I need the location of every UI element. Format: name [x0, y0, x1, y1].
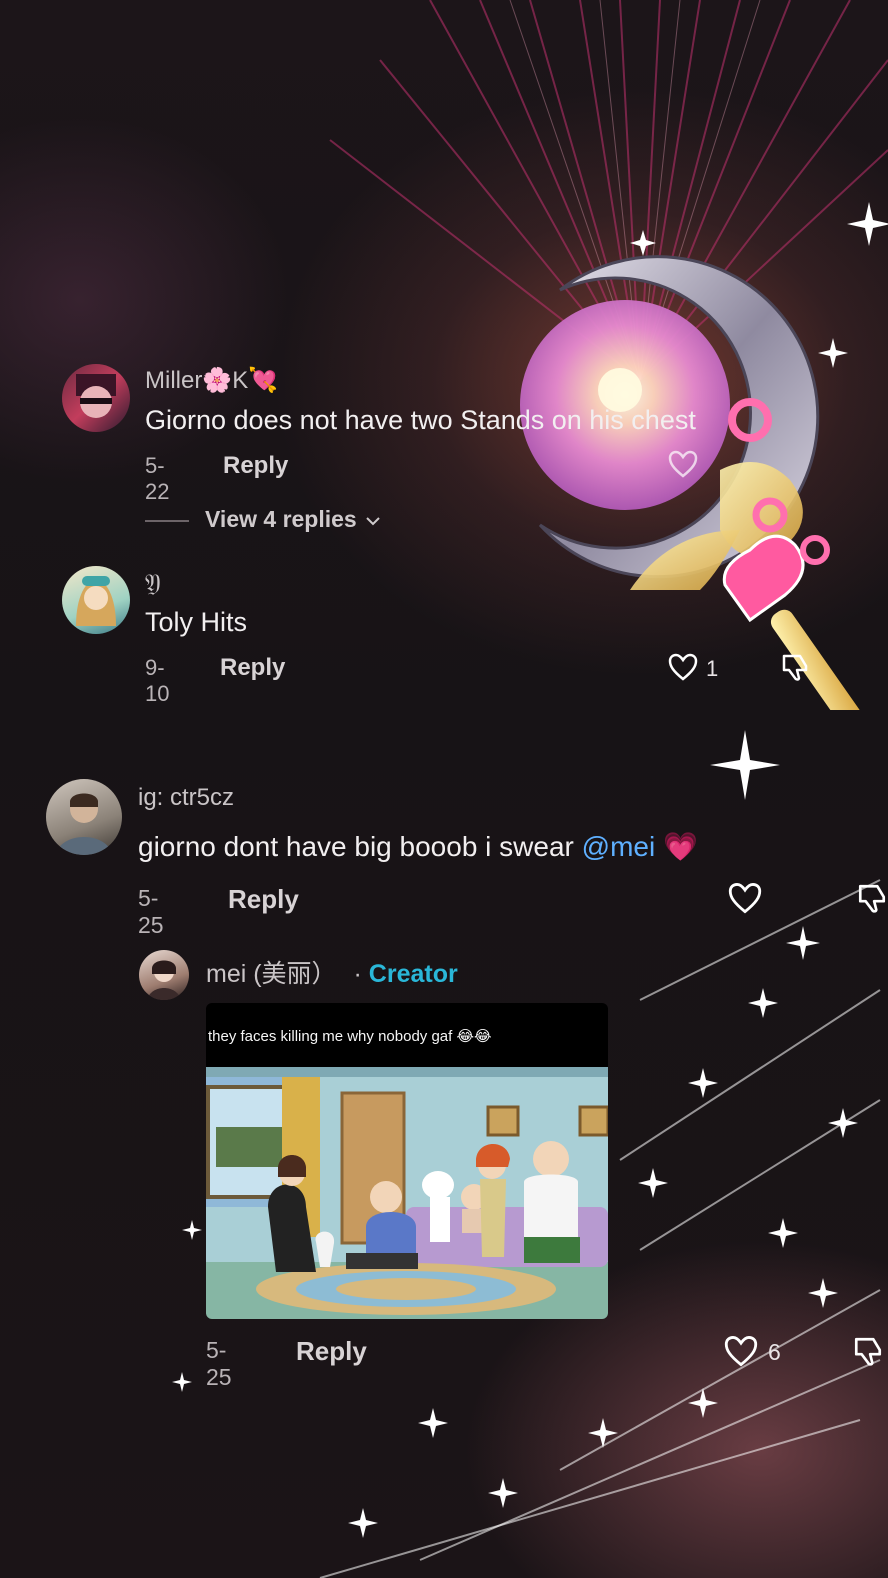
reply-date: 5-25	[206, 1337, 232, 1390]
comment-username[interactable]: 𝔜	[145, 570, 161, 598]
reply-username[interactable]: mei (美丽） · Creator	[206, 954, 458, 990]
cartoon-image	[206, 1067, 608, 1319]
comment-username[interactable]: Miller🌸K💘	[145, 366, 278, 395]
chevron-down-icon	[366, 517, 380, 526]
like-count: 6	[768, 1339, 781, 1365]
reply-button[interactable]: Reply	[296, 1336, 367, 1367]
avatar-image-icon	[76, 374, 116, 418]
avatar-image-icon	[147, 960, 181, 1000]
avatar-image-icon	[76, 576, 116, 626]
like-count: 1	[706, 656, 719, 681]
mention-link[interactable]: @mei	[582, 831, 656, 862]
view-replies-divider	[145, 520, 189, 522]
heart-outline-icon[interactable]	[724, 1335, 758, 1367]
comment-text: Giorno does not have two Stands on his c…	[145, 405, 696, 435]
reply-button[interactable]: Reply	[228, 884, 299, 915]
avatar-image-icon	[56, 793, 112, 855]
view-replies-button[interactable]: View 4 replies	[205, 506, 381, 533]
heart-outline-icon[interactable]	[668, 450, 698, 478]
thumbs-down-outline-icon[interactable]	[852, 1335, 884, 1367]
reply-button[interactable]: Reply	[223, 452, 288, 480]
avatar[interactable]	[62, 566, 130, 634]
moon-wand-decoration	[520, 255, 864, 710]
view-replies-label: View 4 replies	[205, 506, 357, 532]
comment-date: 5-25	[138, 885, 164, 938]
comment-username[interactable]: ig: ctr5cz	[138, 784, 234, 812]
comment-text: Toly Hits	[145, 607, 248, 637]
media-caption: they faces killing me why nobody gaf 😂😂	[208, 1028, 492, 1045]
comment-text-body: giorno dont have big booob i swear	[138, 831, 574, 862]
reply-username-text: mei (美丽）	[206, 960, 337, 988]
comment-text: giorno dont have big booob i swear @mei …	[138, 830, 698, 863]
avatar[interactable]	[62, 364, 130, 432]
heart-emoji: 💗	[662, 831, 698, 862]
reply-button[interactable]: Reply	[220, 654, 285, 682]
avatar[interactable]	[139, 950, 189, 1000]
comment-date: 5-22	[145, 453, 170, 504]
thumbs-down-outline-icon[interactable]	[780, 652, 810, 682]
avatar[interactable]	[46, 779, 122, 855]
heart-outline-icon[interactable]	[668, 653, 698, 681]
comment-date: 9-10	[145, 655, 170, 706]
thumbs-down-outline-icon[interactable]	[856, 882, 888, 914]
badge-separator: ·	[353, 960, 362, 988]
reply-media-attachment[interactable]: they faces killing me why nobody gaf 😂😂	[206, 1003, 608, 1319]
heart-outline-icon[interactable]	[728, 882, 762, 914]
creator-badge: Creator	[368, 960, 458, 988]
